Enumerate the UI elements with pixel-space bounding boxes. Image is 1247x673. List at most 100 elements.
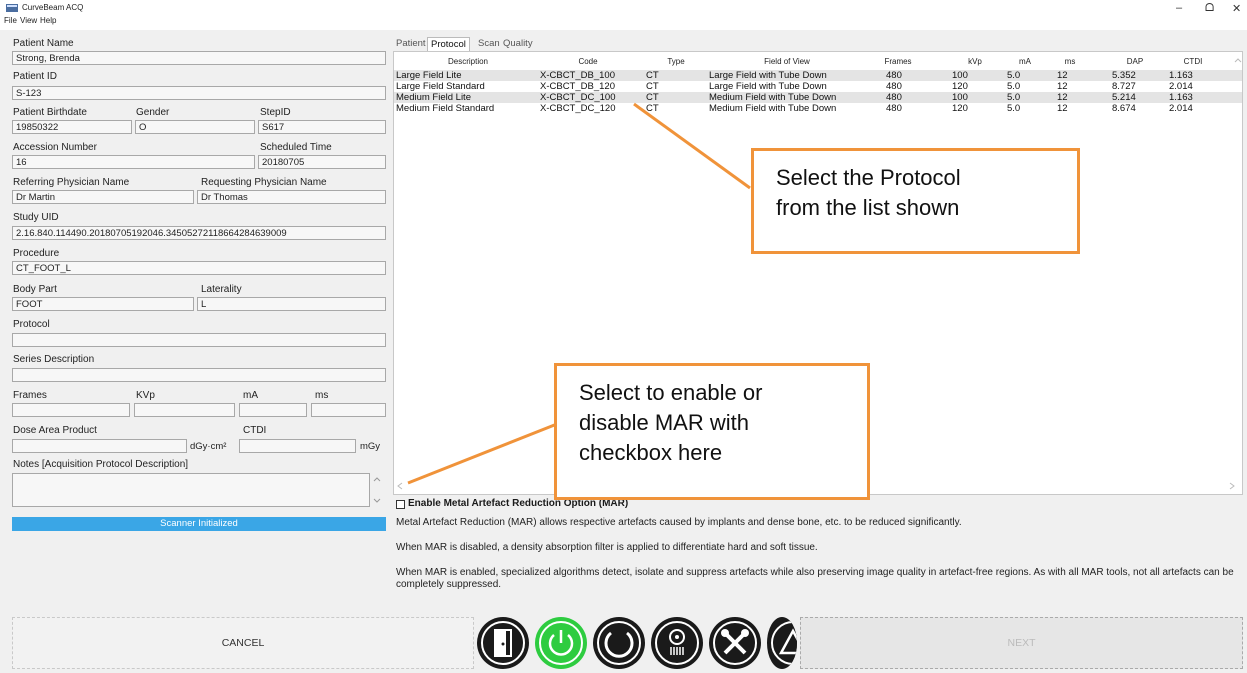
radiation-icon[interactable]: [651, 617, 703, 669]
cell-ms: 12: [1057, 92, 1068, 103]
mar-callout-line: disable MAR with: [579, 410, 749, 435]
cell-ms: 12: [1057, 103, 1068, 114]
procedure-field[interactable]: CT_FOOT_L: [12, 261, 386, 275]
menu-help[interactable]: Help: [40, 16, 56, 25]
minimize-button[interactable]: –: [1176, 2, 1182, 14]
frames-label: Frames: [13, 390, 47, 401]
kvp-label: KVp: [136, 390, 155, 401]
notes-scrollbar[interactable]: [370, 473, 384, 507]
table-row[interactable]: Large Field Standard X-CBCT_DB_120 CT La…: [394, 81, 1242, 92]
cell-dap: 8.727: [1112, 81, 1136, 92]
refresh-icon[interactable]: [593, 617, 645, 669]
protocol-callout-line: from the list shown: [776, 195, 960, 220]
col-header-frames[interactable]: Frames: [878, 57, 918, 66]
table-row[interactable]: Large Field Lite X-CBCT_DB_100 CT Large …: [394, 70, 1242, 81]
series-label: Series Description: [13, 354, 95, 365]
patient-id-label: Patient ID: [13, 71, 57, 82]
patient-name-field[interactable]: Strong, Brenda: [12, 51, 386, 65]
table-scroll-up-icon[interactable]: [1233, 56, 1243, 66]
mar-description-1: Metal Artefact Reduction (MAR) allows re…: [396, 517, 962, 528]
mar-description-2: When MAR is disabled, a density absorpti…: [396, 542, 818, 553]
dap-label: Dose Area Product: [13, 425, 97, 436]
ctdi-field[interactable]: [239, 439, 356, 453]
cell-kvp: 100: [952, 92, 968, 103]
laterality-field[interactable]: L: [197, 297, 386, 311]
menu-view[interactable]: View: [20, 16, 37, 25]
col-header-type[interactable]: Type: [646, 57, 706, 66]
protocol-callout: Select the Protocol from the list shown: [751, 148, 1080, 254]
accession-label: Accession Number: [13, 142, 97, 153]
ctdi-label: CTDI: [243, 425, 267, 436]
requesting-label: Requesting Physician Name: [201, 177, 327, 188]
mar-callout-line: checkbox here: [579, 440, 723, 465]
cell-description: Medium Field Lite: [396, 92, 471, 103]
tab-quality[interactable]: Quality: [500, 37, 536, 50]
cell-kvp: 100: [952, 70, 968, 81]
mar-callout: Select to enable or disable MAR with che…: [554, 363, 870, 500]
cell-code: X-CBCT_DC_100: [540, 92, 616, 103]
col-header-kvp[interactable]: kVp: [955, 57, 995, 66]
dap-field[interactable]: [12, 439, 187, 453]
ms-field[interactable]: [311, 403, 386, 417]
mar-checkbox[interactable]: [396, 500, 405, 509]
cell-ms: 12: [1057, 70, 1068, 81]
power-icon[interactable]: [535, 617, 587, 669]
cell-dap: 5.352: [1112, 70, 1136, 81]
gender-field[interactable]: O: [135, 120, 255, 134]
birthdate-field[interactable]: 19850322: [12, 120, 132, 134]
col-header-ma[interactable]: mA: [1005, 57, 1045, 66]
table-row[interactable]: Medium Field Lite X-CBCT_DC_100 CT Mediu…: [394, 92, 1242, 103]
study-uid-label: Study UID: [13, 212, 59, 223]
tab-scan[interactable]: Scan: [475, 37, 503, 50]
cell-ctdi: 2.014: [1169, 103, 1193, 114]
scheduled-field[interactable]: 20180705: [258, 155, 386, 169]
cell-description: Large Field Standard: [396, 81, 485, 92]
col-header-dap[interactable]: DAP: [1115, 57, 1155, 66]
menu-file[interactable]: File: [4, 16, 17, 25]
table-row[interactable]: Medium Field Standard X-CBCT_DC_120 CT M…: [394, 103, 1242, 114]
referring-field[interactable]: Dr Martin: [12, 190, 194, 204]
warning-icon[interactable]: [767, 617, 797, 669]
scheduled-label: Scheduled Time: [260, 142, 332, 153]
cell-fov: Large Field with Tube Down: [709, 70, 827, 81]
cell-ma: 5.0: [1007, 103, 1021, 114]
cell-kvp: 120: [952, 81, 968, 92]
col-header-description[interactable]: Description: [398, 57, 538, 66]
protocol-field[interactable]: [12, 333, 386, 347]
cell-type: CT: [646, 92, 659, 103]
col-header-ms[interactable]: ms: [1050, 57, 1090, 66]
accession-field[interactable]: 16: [12, 155, 255, 169]
requesting-field[interactable]: Dr Thomas: [197, 190, 386, 204]
study-uid-field[interactable]: 2.16.840.114490.20180705192046.345052721…: [12, 226, 386, 240]
next-button[interactable]: NEXT: [800, 617, 1243, 669]
tools-icon[interactable]: [709, 617, 761, 669]
cell-code: X-CBCT_DC_120: [540, 103, 616, 114]
frames-field[interactable]: [12, 403, 130, 417]
notes-textarea[interactable]: [12, 473, 370, 507]
series-field[interactable]: [12, 368, 386, 382]
body-part-field[interactable]: FOOT: [12, 297, 194, 311]
cell-fov: Medium Field with Tube Down: [709, 92, 837, 103]
close-button[interactable]: ✕: [1232, 2, 1241, 15]
cancel-button[interactable]: CANCEL: [12, 617, 474, 669]
protocol-label: Protocol: [13, 319, 50, 330]
tab-patient[interactable]: Patient: [393, 37, 429, 50]
patient-id-field[interactable]: S-123: [12, 86, 386, 100]
cell-frames: 480: [886, 103, 902, 114]
maximize-button[interactable]: ᗝ: [1205, 2, 1214, 15]
door-exit-icon[interactable]: [477, 617, 529, 669]
stepid-field[interactable]: S617: [258, 120, 386, 134]
cell-type: CT: [646, 70, 659, 81]
cell-ma: 5.0: [1007, 92, 1021, 103]
tab-protocol[interactable]: Protocol: [427, 37, 470, 51]
scanner-status-bar: Scanner Initialized: [12, 517, 386, 531]
col-header-ctdi[interactable]: CTDI: [1173, 57, 1213, 66]
app-logo-icon: [6, 4, 18, 12]
cell-ctdi: 1.163: [1169, 92, 1193, 103]
ma-field[interactable]: [239, 403, 307, 417]
kvp-field[interactable]: [134, 403, 235, 417]
col-header-code[interactable]: Code: [540, 57, 636, 66]
cell-ma: 5.0: [1007, 70, 1021, 81]
col-header-fov[interactable]: Field of View: [707, 57, 867, 66]
ms-label: ms: [315, 390, 329, 401]
